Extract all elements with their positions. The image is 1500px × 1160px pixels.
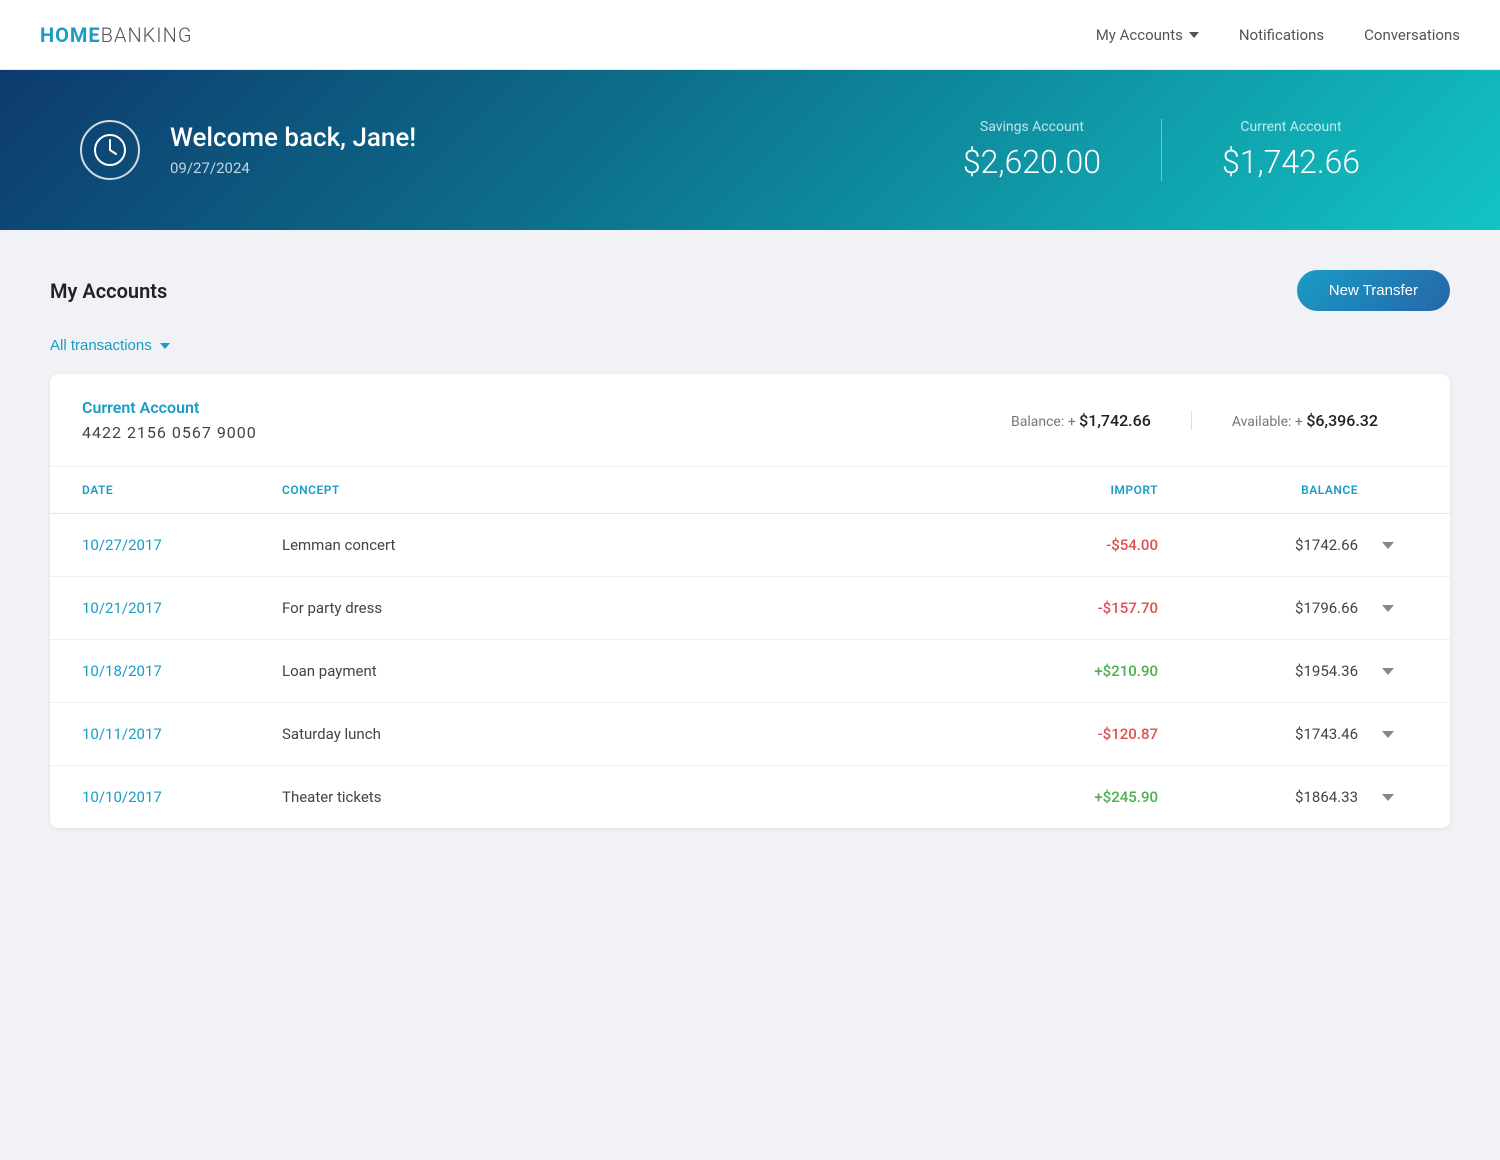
tx-import: -$54.00 — [958, 536, 1158, 554]
tx-date: 10/18/2017 — [82, 662, 282, 680]
table-header: DATE CONCEPT IMPORT BALANCE — [50, 467, 1450, 514]
hero-date: 09/27/2024 — [170, 159, 416, 177]
available-item: Available: + $6,396.32 — [1192, 411, 1418, 430]
chevron-down-icon — [1382, 668, 1394, 675]
hero-left: Welcome back, Jane! 09/27/2024 — [80, 120, 903, 180]
account-number: 4422 2156 0567 9000 — [82, 423, 257, 442]
tx-import: +$245.90 — [958, 788, 1158, 806]
balance-label: Balance: + $1,742.66 — [1011, 414, 1151, 430]
tx-date: 10/21/2017 — [82, 599, 282, 617]
account-name: Current Account — [82, 398, 257, 417]
filter-label: All transactions — [50, 337, 152, 354]
section-header: My Accounts New Transfer — [50, 270, 1450, 311]
nav-notifications-label: Notifications — [1239, 26, 1324, 44]
logo-bold: HOME — [40, 23, 101, 47]
tx-import: +$210.90 — [958, 662, 1158, 680]
header: HOMEBANKING My Accounts Notifications Co… — [0, 0, 1500, 70]
tx-balance: $1796.66 — [1158, 599, 1358, 617]
table-row: 10/21/2017 For party dress -$157.70 $179… — [50, 577, 1450, 640]
chevron-down-icon — [1382, 605, 1394, 612]
table-row: 10/27/2017 Lemman concert -$54.00 $1742.… — [50, 514, 1450, 577]
savings-label: Savings Account — [963, 119, 1101, 135]
chevron-down-icon — [1382, 542, 1394, 549]
col-date: DATE — [82, 483, 282, 497]
tx-balance: $1864.33 — [1158, 788, 1358, 806]
chevron-down-icon — [1189, 32, 1199, 38]
all-transactions-filter[interactable]: All transactions — [50, 337, 170, 354]
chevron-down-icon — [1382, 731, 1394, 738]
hero-savings-account: Savings Account $2,620.00 — [903, 119, 1162, 181]
tx-concept: Lemman concert — [282, 536, 958, 554]
expand-row-button[interactable] — [1358, 668, 1418, 675]
current-value: $1,742.66 — [1222, 143, 1360, 181]
tx-concept: Theater tickets — [282, 788, 958, 806]
tx-balance: $1954.36 — [1158, 662, 1358, 680]
logo: HOMEBANKING — [40, 23, 193, 47]
tx-balance: $1743.46 — [1158, 725, 1358, 743]
hero-text: Welcome back, Jane! 09/27/2024 — [170, 123, 416, 177]
transaction-rows: 10/27/2017 Lemman concert -$54.00 $1742.… — [50, 514, 1450, 828]
nav-conversations-label: Conversations — [1364, 26, 1460, 44]
tx-import: -$157.70 — [958, 599, 1158, 617]
tx-date: 10/27/2017 — [82, 536, 282, 554]
account-info: Current Account 4422 2156 0567 9000 — [82, 398, 257, 442]
expand-row-button[interactable] — [1358, 731, 1418, 738]
account-balances: Balance: + $1,742.66 Available: + $6,396… — [971, 411, 1418, 430]
expand-row-button[interactable] — [1358, 794, 1418, 801]
transactions-table: DATE CONCEPT IMPORT BALANCE 10/27/2017 L… — [50, 467, 1450, 828]
new-transfer-button[interactable]: New Transfer — [1297, 270, 1450, 311]
table-row: 10/11/2017 Saturday lunch -$120.87 $1743… — [50, 703, 1450, 766]
savings-value: $2,620.00 — [963, 143, 1101, 181]
current-label: Current Account — [1222, 119, 1360, 135]
tx-concept: Saturday lunch — [282, 725, 958, 743]
main-nav: My Accounts Notifications Conversations — [1096, 26, 1460, 44]
account-card: Current Account 4422 2156 0567 9000 Bala… — [50, 374, 1450, 828]
col-import: IMPORT — [958, 483, 1158, 497]
account-card-header: Current Account 4422 2156 0567 9000 Bala… — [50, 374, 1450, 467]
tx-date: 10/11/2017 — [82, 725, 282, 743]
logo-light: BANKING — [101, 23, 193, 47]
expand-row-button[interactable] — [1358, 605, 1418, 612]
nav-notifications[interactable]: Notifications — [1239, 26, 1324, 44]
col-concept: CONCEPT — [282, 483, 958, 497]
filter-row: All transactions — [50, 335, 1450, 354]
nav-my-accounts[interactable]: My Accounts — [1096, 26, 1199, 44]
balance-item: Balance: + $1,742.66 — [971, 411, 1192, 430]
available-label: Available: + $6,396.32 — [1232, 414, 1378, 430]
col-expand — [1358, 483, 1418, 497]
chevron-down-icon — [1382, 794, 1394, 801]
tx-concept: Loan payment — [282, 662, 958, 680]
hero-current-account: Current Account $1,742.66 — [1162, 119, 1420, 181]
col-balance: BALANCE — [1158, 483, 1358, 497]
chevron-down-icon — [160, 343, 170, 349]
tx-concept: For party dress — [282, 599, 958, 617]
clock-icon — [80, 120, 140, 180]
hero-banner: Welcome back, Jane! 09/27/2024 Savings A… — [0, 70, 1500, 230]
nav-accounts-label: My Accounts — [1096, 26, 1183, 44]
nav-conversations[interactable]: Conversations — [1364, 26, 1460, 44]
table-row: 10/10/2017 Theater tickets +$245.90 $186… — [50, 766, 1450, 828]
section-title: My Accounts — [50, 279, 167, 303]
welcome-message: Welcome back, Jane! — [170, 123, 416, 153]
expand-row-button[interactable] — [1358, 542, 1418, 549]
hero-accounts: Savings Account $2,620.00 Current Accoun… — [903, 119, 1420, 181]
tx-date: 10/10/2017 — [82, 788, 282, 806]
tx-balance: $1742.66 — [1158, 536, 1358, 554]
main-content: My Accounts New Transfer All transaction… — [0, 230, 1500, 868]
tx-import: -$120.87 — [958, 725, 1158, 743]
table-row: 10/18/2017 Loan payment +$210.90 $1954.3… — [50, 640, 1450, 703]
